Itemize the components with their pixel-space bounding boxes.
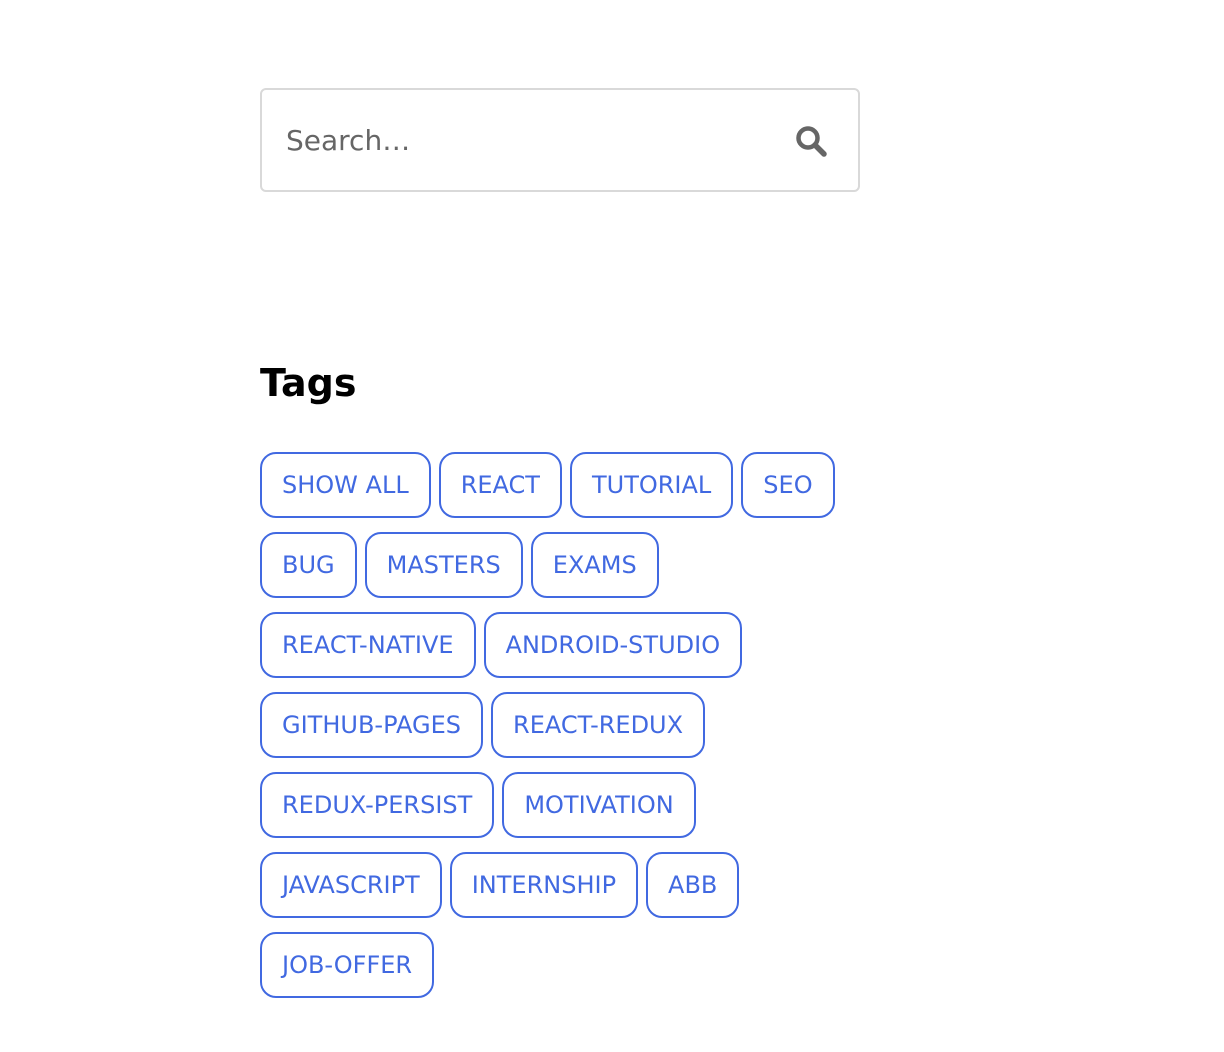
tag-row: REDUX-PERSIST MOTIVATION	[260, 772, 860, 838]
tag-android-studio[interactable]: ANDROID-STUDIO	[483, 612, 743, 678]
tag-tutorial[interactable]: TUTORIAL	[569, 452, 734, 518]
search-input[interactable]	[286, 90, 756, 190]
tag-github-pages[interactable]: GITHUB-PAGES	[260, 692, 484, 758]
tag-show-all[interactable]: SHOW ALL	[260, 452, 431, 518]
tag-javascript[interactable]: JAVASCRIPT	[260, 852, 442, 918]
tag-internship[interactable]: INTERNSHIP	[449, 852, 639, 918]
tag-row: JOB-OFFER	[260, 932, 860, 998]
tag-list: SHOW ALL REACT TUTORIAL SEO BUG MASTERS EXAMS R…	[260, 452, 860, 1012]
tag-motivation[interactable]: MOTIVATION	[502, 772, 696, 838]
tag-row: SHOW ALL REACT TUTORIAL SEO	[260, 452, 860, 518]
tag-masters[interactable]: MASTERS	[364, 532, 523, 598]
search-form	[260, 88, 860, 192]
tag-row: GITHUB-PAGES REACT-REDUX	[260, 692, 860, 758]
tag-seo[interactable]: SEO	[741, 452, 835, 518]
tag-react-native[interactable]: REACT-NATIVE	[260, 612, 476, 678]
tag-row: BUG MASTERS EXAMS	[260, 532, 860, 598]
tag-bug[interactable]: BUG	[260, 532, 357, 598]
tag-row: REACT-NATIVE ANDROID-STUDIO	[260, 612, 860, 678]
tag-react[interactable]: REACT	[438, 452, 562, 518]
search-button[interactable]	[794, 124, 828, 158]
tag-exams[interactable]: EXAMS	[530, 532, 659, 598]
tag-redux-persist[interactable]: REDUX-PERSIST	[260, 772, 495, 838]
tag-react-redux[interactable]: REACT-REDUX	[491, 692, 706, 758]
tag-job-offer[interactable]: JOB-OFFER	[260, 932, 435, 998]
sidebar-widget: Tags SHOW ALLREACTTUTORIALSEO BUGMASTERSE…	[260, 88, 860, 998]
search-icon	[796, 126, 827, 157]
tag-row: JAVASCRIPT INTERNSHIP ABB	[260, 852, 860, 918]
tags-heading: Tags	[260, 361, 357, 405]
tag-abb[interactable]: ABB	[646, 852, 740, 918]
